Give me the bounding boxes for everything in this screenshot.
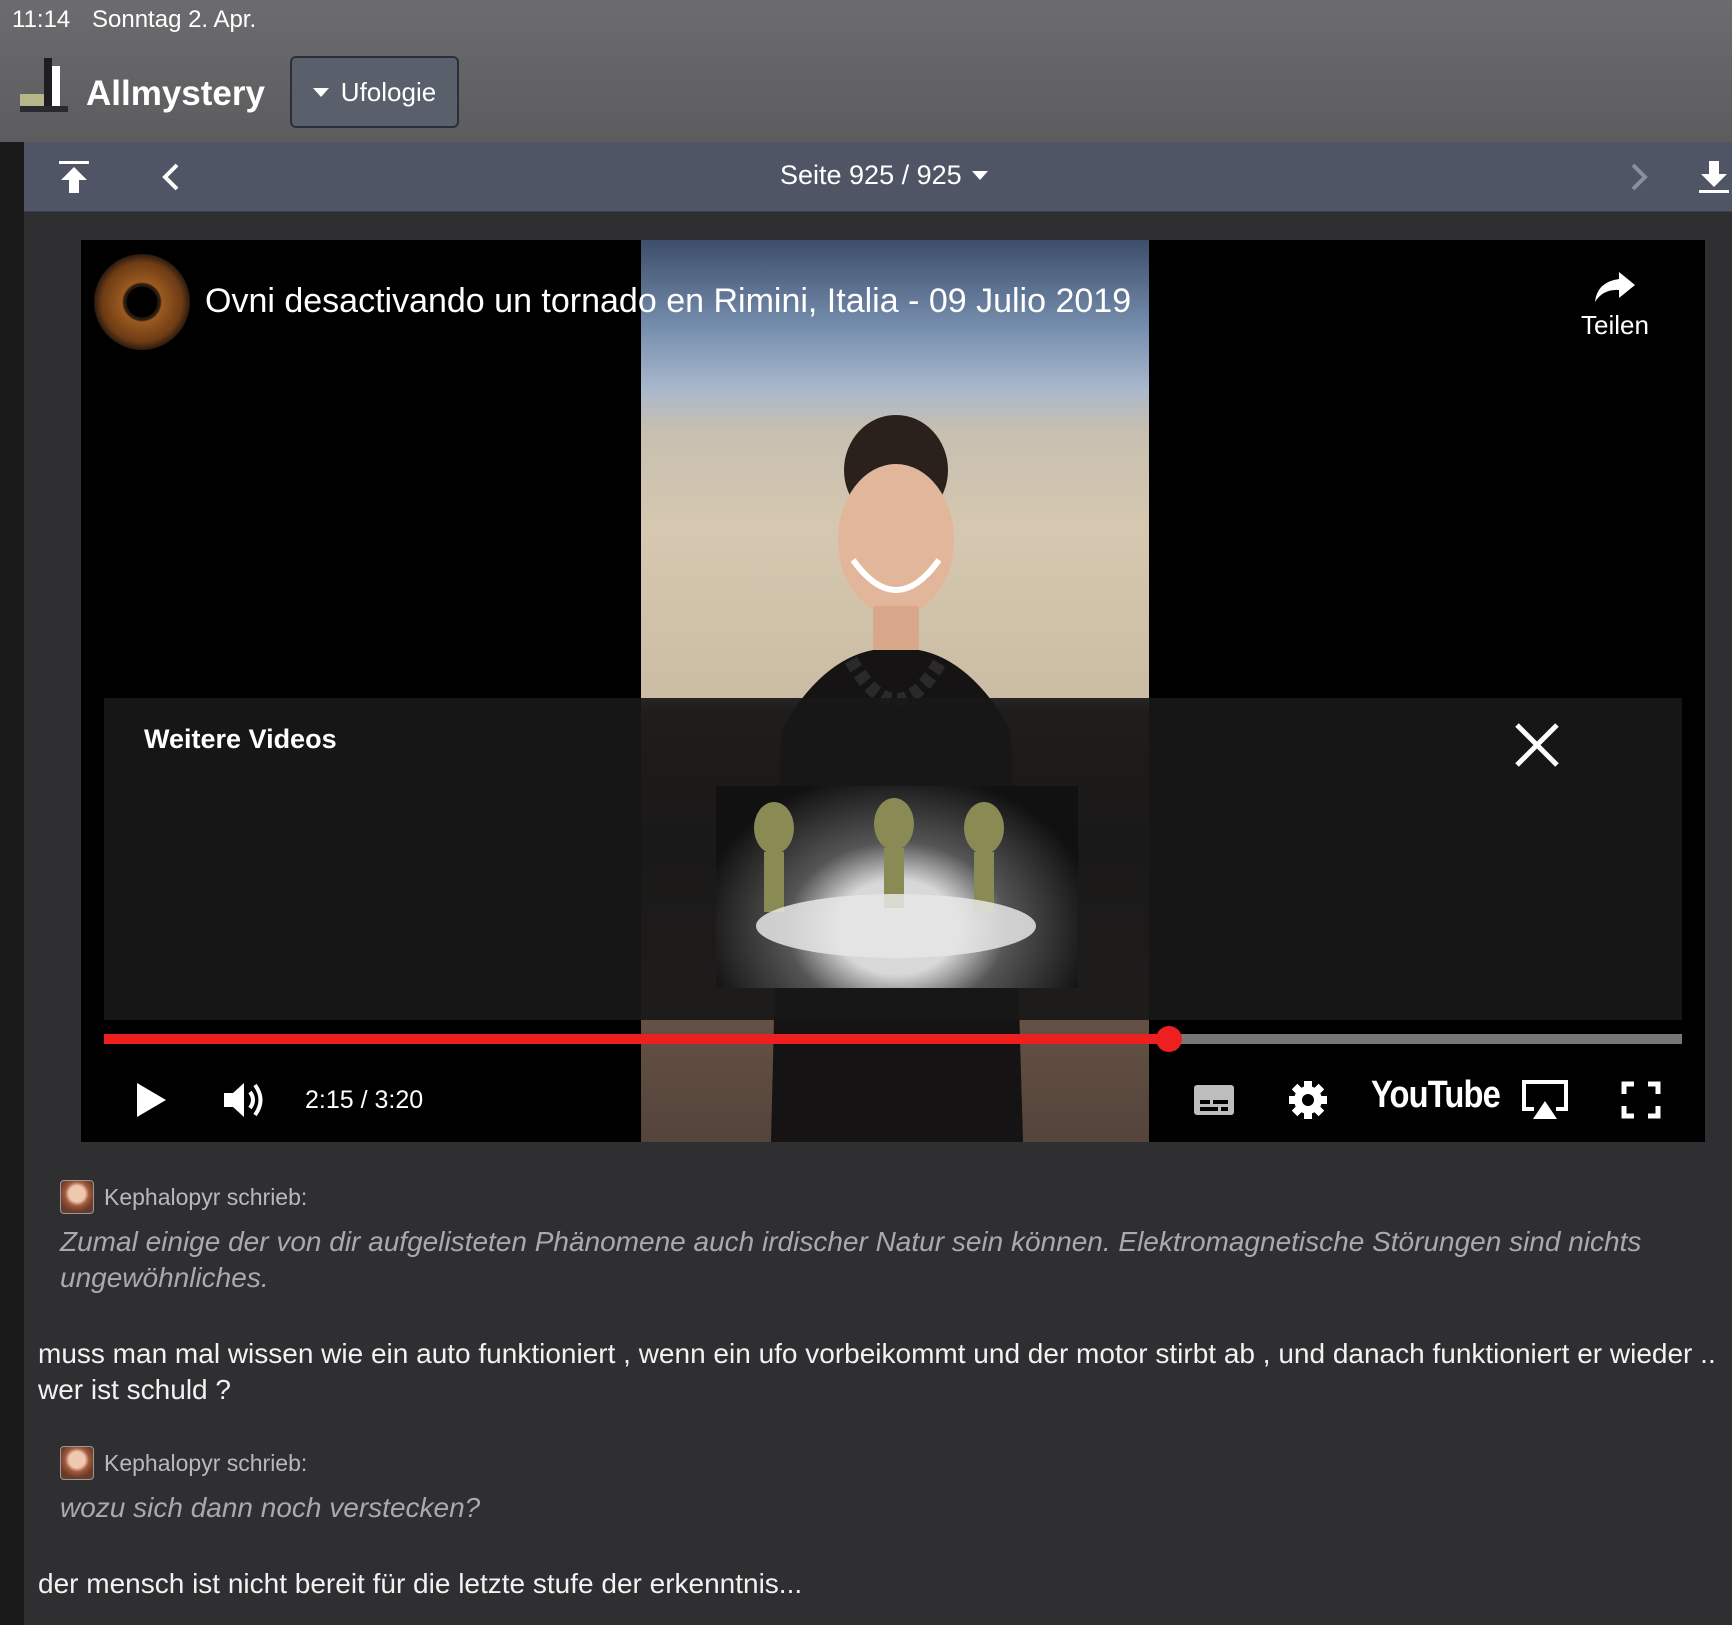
quote-header: Kephalopyr schrieb: xyxy=(60,1446,307,1480)
reply-text: der mensch ist nicht bereit für die letz… xyxy=(38,1568,803,1599)
settings-button[interactable] xyxy=(1281,1070,1335,1130)
reply-text: muss man mal wissen wie ein auto funktio… xyxy=(38,1338,1716,1405)
gear-icon xyxy=(1289,1081,1327,1119)
status-date: Sonntag 2. Apr. xyxy=(92,6,257,33)
prev-page-button[interactable] xyxy=(146,142,196,212)
more-videos-panel: Weitere Videos xyxy=(104,698,1682,1020)
airplay-icon xyxy=(1522,1080,1568,1119)
caret-down-icon xyxy=(971,171,988,180)
subtitles-icon xyxy=(1194,1085,1234,1115)
play-icon xyxy=(137,1083,166,1117)
progress-fill xyxy=(104,1034,1170,1044)
last-page-button[interactable] xyxy=(1696,142,1732,212)
progress-bar[interactable] xyxy=(104,1026,1682,1052)
fullscreen-button[interactable] xyxy=(1613,1070,1669,1130)
volume-icon xyxy=(224,1083,263,1117)
left-rail xyxy=(0,142,24,1625)
user-avatar[interactable] xyxy=(60,1180,94,1214)
aliens-thumbnail-image xyxy=(754,798,1036,958)
brand-name[interactable]: Allmystery xyxy=(86,74,265,114)
share-button[interactable]: Teilen xyxy=(1567,270,1663,341)
quote-author[interactable]: Kephalopyr schrieb: xyxy=(104,1450,307,1477)
share-arrow-icon xyxy=(1595,272,1635,302)
page-selector-label: Seite 925 / 925 xyxy=(780,160,962,190)
quote-header: Kephalopyr schrieb: xyxy=(60,1180,307,1214)
page-selector[interactable]: Seite 925 / 925 xyxy=(780,160,988,191)
youtube-player[interactable]: Ovni desactivando un tornado en Rimini, … xyxy=(81,240,1705,1142)
arrow-to-bottom-icon xyxy=(1699,161,1729,193)
status-time: 11:14 xyxy=(12,6,71,33)
share-label: Teilen xyxy=(1581,310,1649,340)
close-icon[interactable] xyxy=(1512,720,1562,770)
forum-dropdown-label: Ufologie xyxy=(340,76,437,107)
pagination-bar: Seite 925 / 925 xyxy=(24,142,1732,212)
quote-text: Zumal einige der von dir aufgelisteten P… xyxy=(60,1226,1642,1293)
caret-down-icon xyxy=(312,87,329,97)
channel-avatar[interactable] xyxy=(94,254,190,350)
subtitles-button[interactable] xyxy=(1187,1070,1241,1130)
chevron-left-icon xyxy=(162,163,179,191)
more-videos-title: Weitere Videos xyxy=(144,724,337,754)
allmystery-logo-icon[interactable] xyxy=(20,58,68,112)
app-header: 11:14 Sonntag 2. Apr. Allmystery Ufologi… xyxy=(0,0,1732,142)
time-display: 2:15 / 3:20 xyxy=(305,1086,424,1114)
quote-author[interactable]: Kephalopyr schrieb: xyxy=(104,1184,307,1211)
next-page-button[interactable] xyxy=(1614,142,1664,212)
fullscreen-icon xyxy=(1621,1081,1661,1119)
forum-dropdown[interactable]: Ufologie xyxy=(290,56,459,128)
play-button[interactable] xyxy=(121,1070,181,1130)
volume-button[interactable] xyxy=(215,1070,275,1130)
youtube-logo[interactable]: YouTube xyxy=(1371,1074,1501,1117)
user-avatar[interactable] xyxy=(60,1446,94,1480)
first-page-button[interactable] xyxy=(46,142,102,212)
progress-scrubber[interactable] xyxy=(1156,1026,1183,1052)
quote-text: wozu sich dann noch verstecken? xyxy=(60,1492,481,1523)
airplay-button[interactable] xyxy=(1515,1070,1575,1130)
chevron-right-icon xyxy=(1631,163,1648,191)
suggested-video-thumbnail[interactable] xyxy=(716,786,1078,988)
video-title[interactable]: Ovni desactivando un tornado en Rimini, … xyxy=(205,282,1131,321)
arrow-to-top-icon xyxy=(59,161,89,193)
